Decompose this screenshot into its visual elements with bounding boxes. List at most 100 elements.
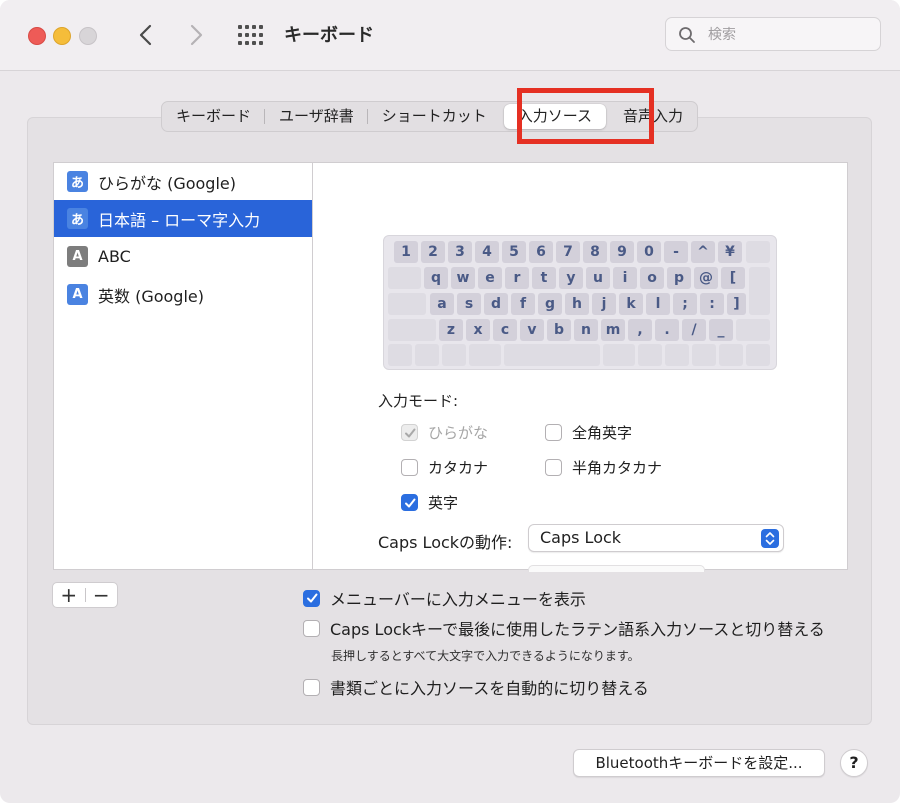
key: m	[601, 319, 625, 341]
key: [	[721, 267, 745, 289]
option-capslock-switch-latin[interactable]: Caps Lockキーで最後に使用したラテン語系入力ソースと切り替える	[303, 616, 825, 640]
close-window-button[interactable]	[28, 27, 46, 45]
list-item-label: ABC	[98, 247, 131, 266]
key: v	[520, 319, 544, 341]
key: 4	[475, 241, 499, 263]
add-remove-control: + −	[52, 582, 118, 608]
tab-keyboard[interactable]: キーボード	[162, 101, 266, 132]
preferences-window: キーボード キーボード ユーザ辞書 ショートカット 入力ソース 音声入力 あ ひ…	[0, 0, 900, 803]
search-field[interactable]	[665, 17, 881, 51]
updown-arrows-icon	[761, 529, 779, 548]
forward-button[interactable]	[181, 20, 211, 50]
back-button[interactable]	[131, 20, 161, 50]
key: 8	[583, 241, 607, 263]
tab-shortcuts[interactable]: ショートカット	[368, 101, 501, 132]
checkbox-box[interactable]	[303, 589, 320, 607]
key-blank	[415, 344, 439, 366]
key-blank	[638, 344, 662, 366]
checkbox-eiji[interactable]: 英字	[401, 492, 458, 513]
list-item-eisu-google[interactable]: A 英数 (Google)	[54, 276, 312, 313]
input-mode-label: 入力モード:	[378, 392, 459, 410]
key: q	[424, 267, 448, 289]
latin-input-icon: A	[67, 284, 88, 305]
key: ]	[727, 293, 746, 315]
key: i	[613, 267, 637, 289]
checkbox-box[interactable]	[401, 459, 418, 476]
key: p	[667, 267, 691, 289]
list-item-japanese-romaji[interactable]: あ 日本語 – ローマ字入力	[54, 200, 312, 237]
key-blank	[736, 319, 770, 341]
key-blank	[388, 344, 412, 366]
key: /	[682, 319, 706, 341]
key-blank	[603, 344, 635, 366]
window-title: キーボード	[284, 25, 374, 46]
checkbox-label: 全角英字	[572, 424, 633, 442]
checkbox-hankaku-katakana[interactable]: 半角カタカナ	[545, 457, 662, 478]
hiragana-input-icon: あ	[67, 171, 88, 192]
checkbox-hiragana: ひらがな	[401, 422, 488, 443]
list-item-hiragana-google[interactable]: あ ひらがな (Google)	[54, 163, 312, 200]
caps-lock-hint-text: 長押しするとすべて大文字で入力できるようになります。	[331, 649, 640, 663]
key: .	[655, 319, 679, 341]
minimize-window-button[interactable]	[53, 27, 71, 45]
key: ^	[691, 241, 715, 263]
key: @	[694, 267, 718, 289]
key: ¥	[718, 241, 742, 263]
grid-icon	[238, 25, 263, 45]
setup-bluetooth-keyboard-button[interactable]: Bluetoothキーボードを設定...	[573, 749, 825, 777]
key-blank	[469, 344, 501, 366]
checkmark-icon	[404, 498, 415, 507]
key: 0	[637, 241, 661, 263]
key: 6	[529, 241, 553, 263]
input-source-list[interactable]: あ ひらがな (Google) あ 日本語 – ローマ字入力 A ABC A 英…	[53, 162, 313, 570]
help-button[interactable]: ?	[840, 749, 868, 777]
key: e	[478, 267, 502, 289]
list-item-abc[interactable]: A ABC	[54, 238, 312, 275]
key-blank	[388, 293, 426, 315]
key-space	[504, 344, 600, 366]
key: 5	[502, 241, 526, 263]
key: n	[574, 319, 598, 341]
checkbox-katakana[interactable]: カタカナ	[401, 457, 488, 478]
key: l	[646, 293, 670, 315]
key: ,	[628, 319, 652, 341]
checkbox-label: カタカナ	[428, 459, 489, 477]
caps-lock-action-popup[interactable]: Caps Lock	[528, 524, 784, 552]
checkmark-icon	[404, 428, 415, 437]
zoom-window-button[interactable]	[79, 27, 97, 45]
show-all-grid-button[interactable]	[237, 24, 265, 46]
key-blank	[665, 344, 689, 366]
remove-source-button[interactable]: −	[85, 583, 117, 607]
checkbox-box	[401, 424, 418, 441]
checkbox-box[interactable]	[303, 678, 320, 696]
checkbox-label: ひらがな	[428, 424, 489, 442]
add-source-button[interactable]: +	[53, 583, 85, 607]
tab-user-dictionary[interactable]: ユーザ辞書	[265, 101, 368, 132]
key-blank	[692, 344, 716, 366]
checkbox-box[interactable]	[545, 459, 562, 476]
key: 7	[556, 241, 580, 263]
list-item-label: ひらがな (Google)	[98, 173, 236, 193]
hiragana-input-icon: あ	[67, 208, 88, 229]
option-label: 書類ごとに入力ソースを自動的に切り替える	[330, 679, 649, 698]
checkbox-zenkaku-eiji[interactable]: 全角英字	[545, 422, 632, 443]
key: w	[451, 267, 475, 289]
search-input[interactable]	[706, 24, 870, 46]
key: g	[538, 293, 562, 315]
option-auto-switch-per-document[interactable]: 書類ごとに入力ソースを自動的に切り替える	[303, 675, 649, 699]
key-blank	[746, 241, 770, 263]
checkbox-box[interactable]	[545, 424, 562, 441]
key-blank	[388, 319, 436, 341]
option-show-input-menu[interactable]: メニューバーに入力メニューを表示	[303, 586, 586, 610]
key: z	[439, 319, 463, 341]
key: y	[559, 267, 583, 289]
checkbox-label: 半角カタカナ	[572, 459, 663, 477]
checkbox-box[interactable]	[401, 494, 418, 511]
list-item-label: 日本語 – ローマ字入力	[98, 210, 261, 230]
key-blank	[442, 344, 466, 366]
latin-input-icon: A	[67, 246, 88, 267]
key: x	[466, 319, 490, 341]
key: r	[505, 267, 529, 289]
checkbox-box[interactable]	[303, 619, 320, 637]
key: c	[493, 319, 517, 341]
